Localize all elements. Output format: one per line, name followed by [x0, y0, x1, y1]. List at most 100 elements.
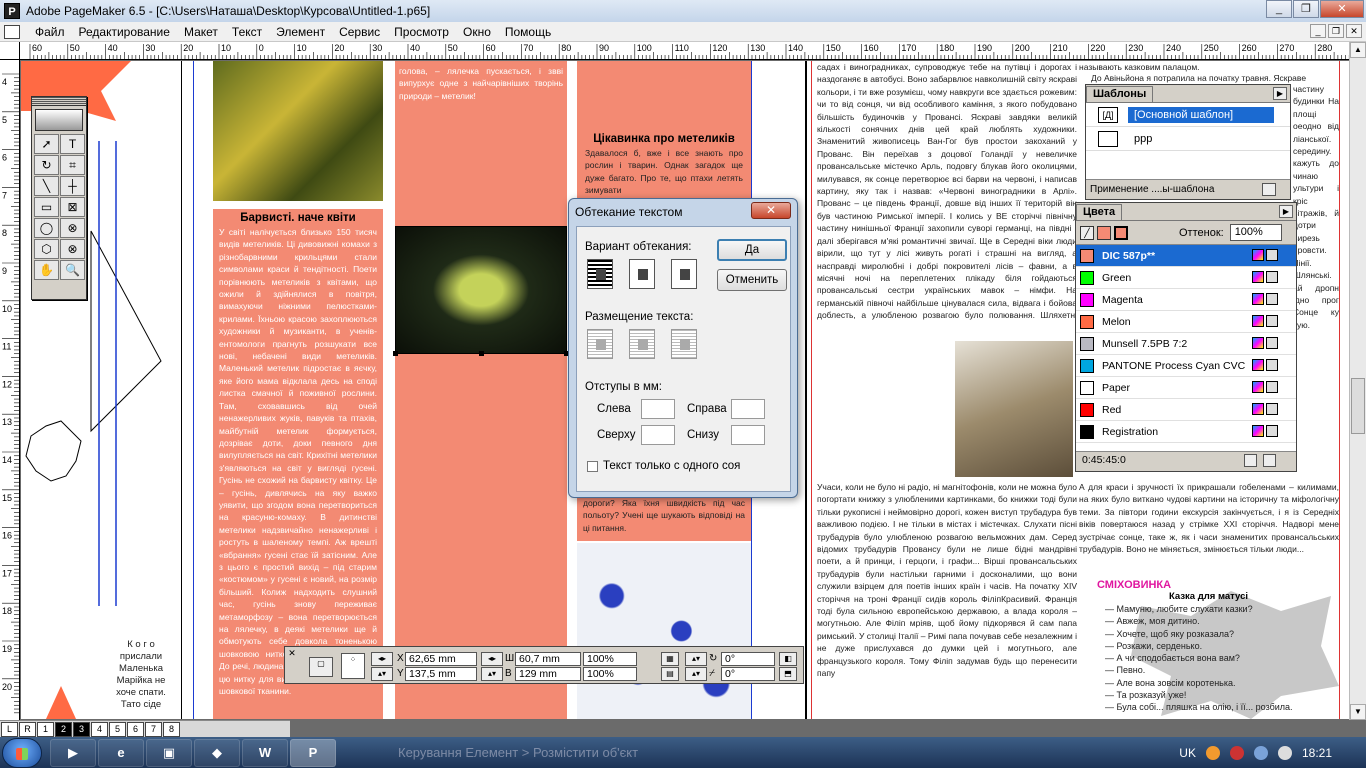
line-tool-icon[interactable]: ╲ — [34, 176, 59, 196]
color-item[interactable]: Red — [1076, 399, 1296, 421]
x-position-input[interactable]: 62,65 mm — [405, 652, 477, 666]
placement-column-break-icon[interactable] — [587, 329, 613, 359]
pointer-tool-icon[interactable]: ➚ — [34, 134, 59, 154]
ok-button[interactable]: Да — [717, 239, 787, 261]
text-wrap-dialog[interactable]: Обтекание текстом ✕ Вариант обтекания: Д… — [568, 198, 798, 498]
network-icon[interactable] — [1253, 745, 1268, 760]
article-frame-1[interactable]: Барвисті. наче квіти У світі налічується… — [213, 209, 383, 719]
nudge-height-icon[interactable]: ▴▾ — [481, 667, 503, 681]
restore-button[interactable]: ❐ — [1293, 0, 1319, 18]
single-side-checkbox[interactable] — [587, 461, 598, 472]
rectangle-tool-icon[interactable]: ▭ — [34, 197, 59, 217]
flip-horizontal-icon[interactable]: ◧ — [779, 652, 797, 666]
panel-menu-arrow-icon[interactable]: ▶ — [1273, 87, 1287, 100]
templates-panel[interactable]: Шаблоны ▶ [Д] [Основной шаблон] ppp Прим… — [1085, 84, 1291, 200]
skew-nudge-icon[interactable]: ▴▾ — [685, 667, 707, 681]
printer-resolution-icon[interactable]: ▤ — [661, 667, 679, 681]
doc-close-button[interactable]: ✕ — [1346, 24, 1362, 38]
word-taskbar-icon[interactable]: W — [242, 738, 288, 767]
colors-tab[interactable]: Цвета — [1076, 203, 1123, 220]
color-item[interactable]: Paper — [1076, 377, 1296, 399]
menu-view[interactable]: Просмотр — [387, 25, 456, 39]
scroll-up-arrow-icon[interactable]: ▲ — [1350, 42, 1366, 58]
hand-tool-icon[interactable]: ✋ — [34, 260, 59, 280]
explorer-taskbar-icon[interactable]: ▣ — [146, 738, 192, 767]
color-item[interactable]: Munsell 7.5PB 7:2 — [1076, 333, 1296, 355]
doc-minimize-button[interactable]: _ — [1310, 24, 1326, 38]
rotate-tool-icon[interactable]: ↻ — [34, 155, 59, 175]
tray-app-icon[interactable] — [1229, 745, 1244, 760]
palette-close-icon[interactable]: ✕ — [287, 649, 297, 659]
photo-blue-butterflies[interactable] — [577, 543, 751, 719]
placement-jump-over-icon[interactable] — [629, 329, 655, 359]
y-position-input[interactable]: 137,5 mm — [405, 667, 477, 681]
scale-width-input[interactable]: 100% — [583, 652, 637, 666]
dialog-close-button[interactable]: ✕ — [751, 202, 791, 219]
left-offset-input[interactable] — [641, 399, 675, 419]
ellipse-tool-icon[interactable]: ◯ — [34, 218, 59, 238]
menu-edit[interactable]: Редактирование — [72, 25, 177, 39]
page-tab[interactable]: 7 — [145, 721, 162, 737]
stroke-icon[interactable]: ╱ — [1080, 225, 1094, 240]
color-item[interactable]: Green — [1076, 267, 1296, 289]
page-tab[interactable]: 4 — [91, 721, 108, 737]
photo-butterfly[interactable] — [395, 226, 567, 354]
ruler-corner[interactable] — [0, 42, 20, 60]
proportional-scaling-icon[interactable]: ▦ — [661, 652, 679, 666]
page-tab[interactable]: 2 — [55, 721, 72, 737]
menu-layout[interactable]: Макет — [177, 25, 225, 39]
page-tab[interactable]: 6 — [127, 721, 144, 737]
top-offset-input[interactable] — [641, 425, 675, 445]
width-input[interactable]: 60,7 mm — [515, 652, 581, 666]
nudge-y-icon[interactable]: ▴▾ — [371, 667, 393, 681]
control-palette[interactable]: ✕ ▢ ⁘ ◂▸ ▴▾ X Y 62,65 mm 137,5 mm ◂▸ ▴▾ … — [284, 646, 804, 684]
flip-vertical-icon[interactable]: ⬒ — [779, 667, 797, 681]
proxy-reference-point-icon[interactable]: ⁘ — [341, 653, 365, 679]
rectangle-frame-tool-icon[interactable]: ⊠ — [60, 197, 85, 217]
menu-element[interactable]: Элемент — [269, 25, 332, 39]
skew-input[interactable]: 0° — [721, 667, 775, 681]
tint-select[interactable]: 100% — [1229, 224, 1282, 241]
horizontal-ruler[interactable]: 60 50 40 30 20 10 0 10 20 30 40 50 60 70 80 90 100 110 120… — [20, 42, 1350, 60]
crop-tool-icon[interactable]: ⌗ — [60, 155, 85, 175]
page-tab-right-master[interactable]: R — [19, 721, 36, 737]
scroll-down-arrow-icon[interactable]: ▼ — [1350, 704, 1366, 720]
tray-app-icon[interactable] — [1205, 745, 1220, 760]
doc-restore-button[interactable]: ❐ — [1328, 24, 1344, 38]
page-tab-left-master[interactable]: L — [1, 721, 18, 737]
template-item[interactable]: ppp — [1086, 127, 1290, 151]
color-item[interactable]: Melon — [1076, 311, 1296, 333]
wrap-custom-option-icon[interactable] — [671, 259, 697, 289]
placement-wrap-all-sides-icon[interactable] — [671, 329, 697, 359]
nudge-width-icon[interactable]: ◂▸ — [481, 652, 503, 666]
menu-help[interactable]: Помощь — [498, 25, 558, 39]
internet-explorer-taskbar-icon[interactable]: e — [98, 738, 144, 767]
wrap-none-option-icon[interactable] — [587, 259, 613, 289]
column-2-frame[interactable]: голова, – лялечка пускається, і звві вип… — [395, 61, 567, 719]
panel-menu-arrow-icon[interactable]: ▶ — [1279, 205, 1293, 218]
page-tab[interactable]: 3 — [73, 721, 90, 737]
right-offset-input[interactable] — [731, 399, 765, 419]
menu-utilities[interactable]: Сервис — [332, 25, 387, 39]
nudge-x-icon[interactable]: ◂▸ — [371, 652, 393, 666]
start-button[interactable] — [2, 737, 42, 768]
app-taskbar-icon[interactable]: ◆ — [194, 738, 240, 767]
pagemaker-taskbar-icon[interactable]: P — [290, 738, 336, 767]
minimize-button[interactable]: _ — [1266, 0, 1292, 18]
ellipse-frame-tool-icon[interactable]: ⊗ — [60, 218, 85, 238]
rotate-nudge-icon[interactable]: ▴▾ — [685, 652, 707, 666]
volume-icon[interactable] — [1277, 745, 1292, 760]
template-item[interactable]: [Д] [Основной шаблон] — [1086, 103, 1290, 127]
cancel-button[interactable]: Отменить — [717, 269, 787, 291]
scale-height-input[interactable]: 100% — [583, 667, 637, 681]
trash-icon[interactable] — [1263, 453, 1276, 467]
polygon-frame-tool-icon[interactable]: ⊗ — [60, 239, 85, 259]
zoom-tool-icon[interactable]: 🔍 — [60, 260, 85, 280]
wrap-rectangular-option-icon[interactable] — [629, 259, 655, 289]
constrained-line-tool-icon[interactable]: ┼ — [60, 176, 85, 196]
scroll-thumb[interactable] — [1351, 378, 1365, 434]
page-tab[interactable]: 1 — [37, 721, 54, 737]
height-input[interactable]: 129 mm — [515, 667, 581, 681]
bottom-offset-input[interactable] — [731, 425, 765, 445]
vertical-ruler[interactable]: 4 5 6 7 8 9 10 11 12 13 14 15 16 17 18 19 20 — [0, 60, 20, 720]
